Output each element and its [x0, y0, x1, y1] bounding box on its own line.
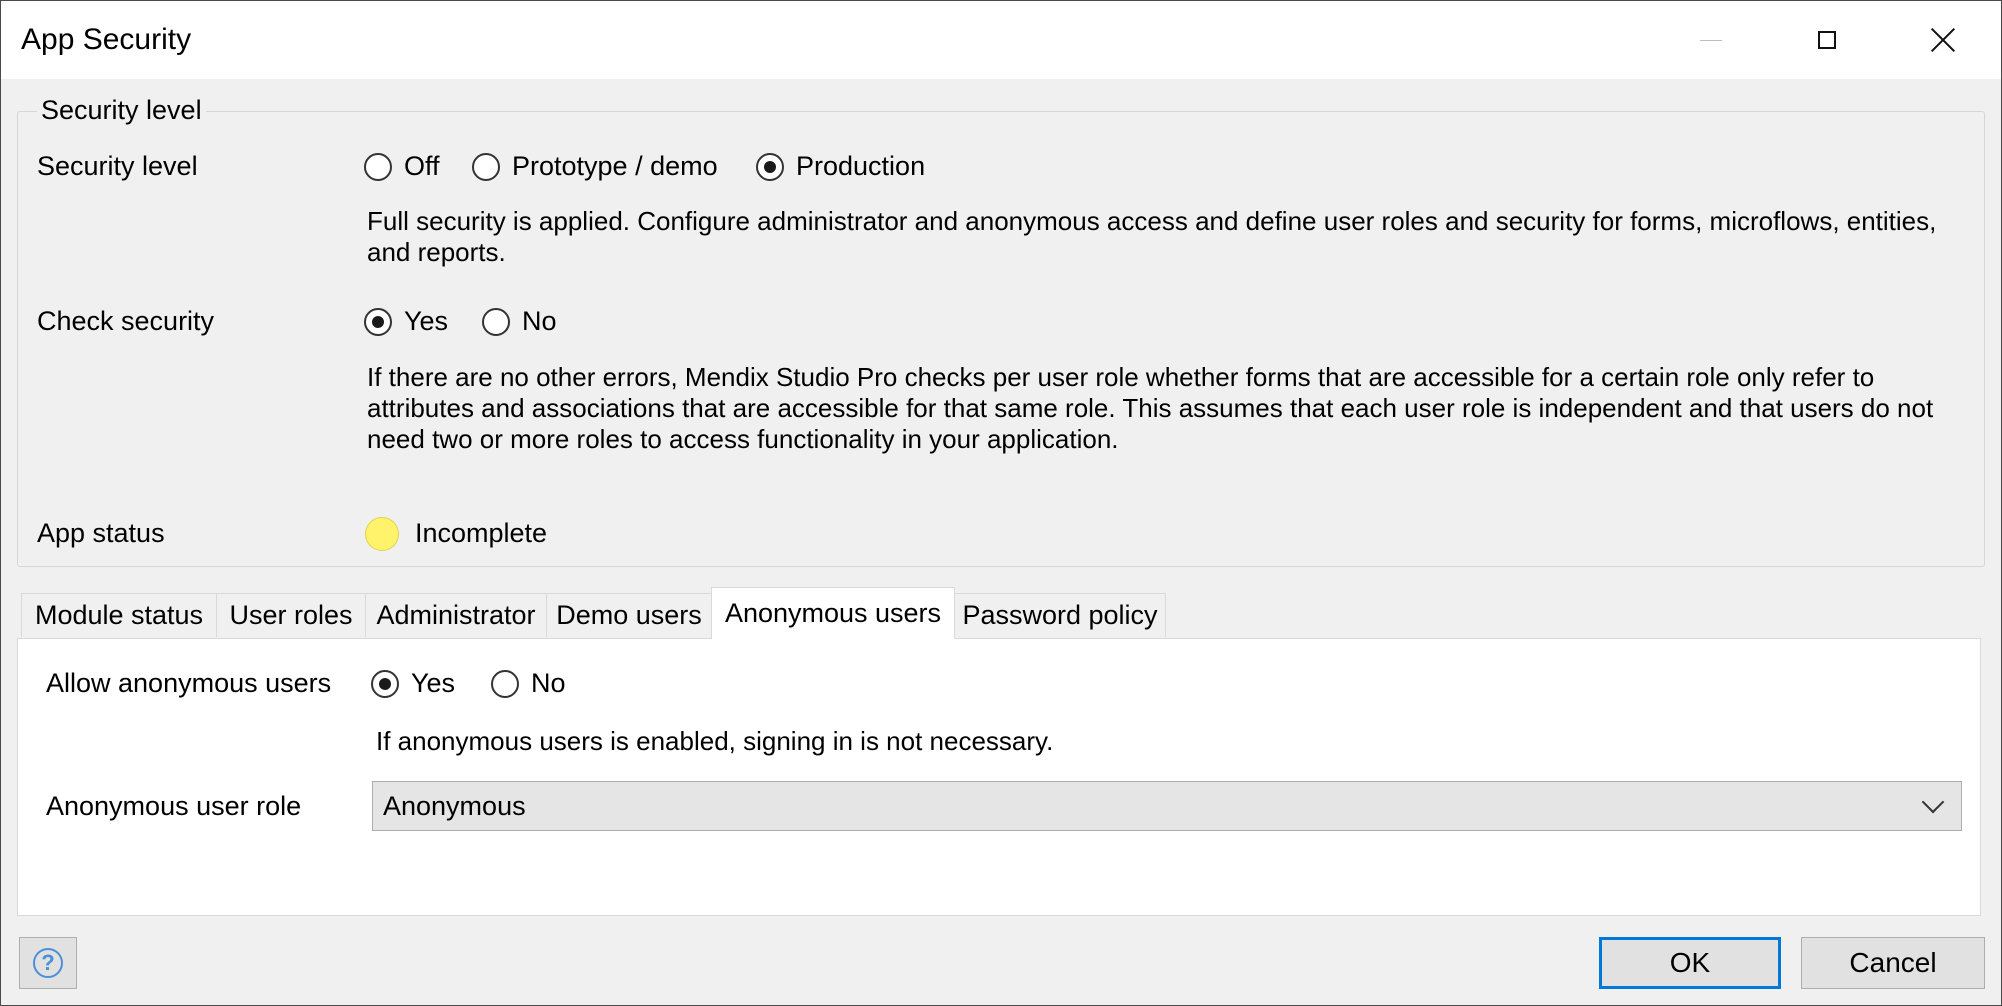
radio-label: Yes: [404, 306, 449, 336]
minimize-icon: [1700, 39, 1722, 41]
anonymous-role-label: Anonymous user role: [46, 791, 302, 821]
status-indicator-icon: [365, 517, 399, 551]
radio-check-security-yes[interactable]: Yes: [364, 306, 448, 337]
tab-module-status[interactable]: Module status: [21, 593, 217, 637]
radio-circle-selected: [364, 307, 392, 336]
radio-security-prototype[interactable]: Prototype / demo: [472, 151, 718, 182]
app-status-label: App status: [37, 518, 165, 548]
chevron-down-icon: [1921, 790, 1945, 814]
minimize-button[interactable]: [1653, 1, 1769, 79]
radio-circle-selected: [371, 669, 399, 698]
select-value: Anonymous: [383, 790, 526, 821]
radio-circle: [482, 307, 510, 336]
cancel-button[interactable]: Cancel: [1801, 937, 1985, 989]
radio-label: Off: [404, 151, 440, 181]
radio-label: No: [531, 668, 566, 698]
window-title: App Security: [21, 23, 192, 56]
tab-label: Anonymous users: [724, 598, 942, 628]
tab-label: User roles: [229, 600, 353, 630]
maximize-icon: [1818, 31, 1836, 49]
security-level-description: Full security is applied. Configure admi…: [367, 206, 1937, 267]
radio-label: No: [522, 306, 557, 336]
app-security-dialog: App Security Security level Security lev…: [0, 0, 2002, 1006]
tab-demo-users[interactable]: Demo users: [546, 593, 712, 637]
maximize-button[interactable]: [1769, 1, 1885, 79]
tab-label: Password policy: [962, 600, 1158, 630]
security-level-label: Security level: [37, 151, 198, 181]
radio-circle: [364, 152, 392, 181]
check-security-description: If there are no other errors, Mendix Stu…: [367, 362, 1934, 454]
help-icon: ?: [33, 948, 63, 978]
allow-anonymous-hint: If anonymous users is enabled, signing i…: [376, 726, 1054, 756]
radio-allow-anonymous-yes[interactable]: Yes: [371, 668, 455, 699]
radio-circle: [491, 669, 519, 698]
radio-label: Production: [796, 151, 926, 181]
check-security-label: Check security: [37, 306, 215, 336]
close-button[interactable]: [1885, 1, 2001, 79]
allow-anonymous-label: Allow anonymous users: [46, 668, 332, 698]
tab-label: Administrator: [376, 600, 536, 630]
radio-check-security-no[interactable]: No: [482, 306, 557, 337]
radio-allow-anonymous-no[interactable]: No: [491, 668, 566, 699]
tab-label: Demo users: [556, 600, 702, 630]
radio-circle-selected: [756, 152, 784, 181]
tab-label: Module status: [34, 600, 204, 630]
radio-security-production[interactable]: Production: [756, 151, 925, 182]
security-level-group: [17, 111, 1985, 567]
help-button[interactable]: ?: [19, 937, 77, 989]
close-icon: [1931, 28, 1955, 52]
app-status-value: Incomplete: [415, 518, 548, 548]
tab-user-roles[interactable]: User roles: [216, 593, 366, 637]
radio-security-off[interactable]: Off: [364, 151, 440, 182]
anonymous-role-select[interactable]: Anonymous: [372, 781, 1962, 831]
radio-label: Yes: [411, 668, 456, 698]
ok-button[interactable]: OK: [1599, 937, 1781, 989]
tab-password-policy[interactable]: Password policy: [954, 593, 1166, 637]
radio-label: Prototype / demo: [512, 151, 718, 181]
tab-administrator[interactable]: Administrator: [365, 593, 547, 637]
tab-anonymous-users[interactable]: Anonymous users: [711, 587, 955, 639]
group-legend: Security level: [37, 95, 206, 126]
radio-circle: [472, 152, 500, 181]
title-bar: App Security: [1, 1, 2001, 79]
